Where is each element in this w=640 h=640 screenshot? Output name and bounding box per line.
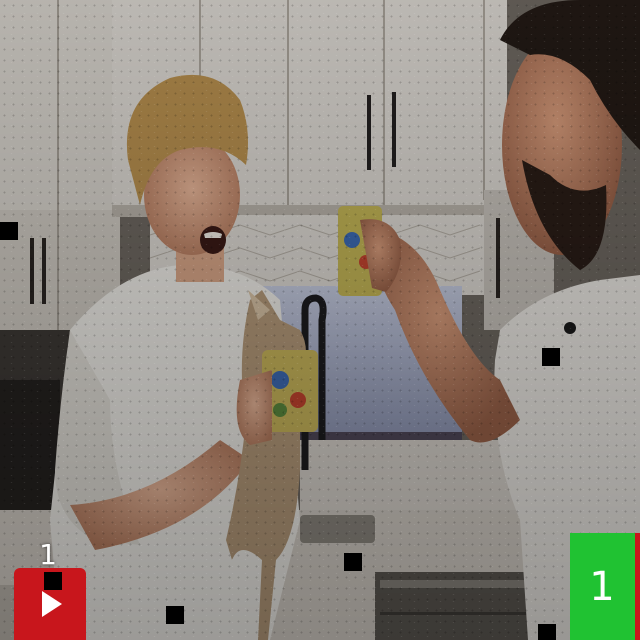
left-counter: 1 bbox=[39, 538, 57, 571]
artifact-square bbox=[166, 606, 184, 624]
artifact-square bbox=[0, 222, 18, 240]
artifact-square bbox=[542, 348, 560, 366]
score-number: 1 bbox=[589, 563, 615, 610]
artifact-square bbox=[538, 624, 556, 640]
video-frame[interactable]: 1 1 bbox=[0, 0, 640, 640]
score-edge bbox=[635, 533, 640, 640]
score-badge: 1 bbox=[570, 533, 640, 640]
play-icon bbox=[42, 591, 62, 617]
artifact-square bbox=[344, 553, 362, 571]
artifact-square bbox=[44, 572, 62, 590]
video-scene bbox=[0, 0, 640, 640]
